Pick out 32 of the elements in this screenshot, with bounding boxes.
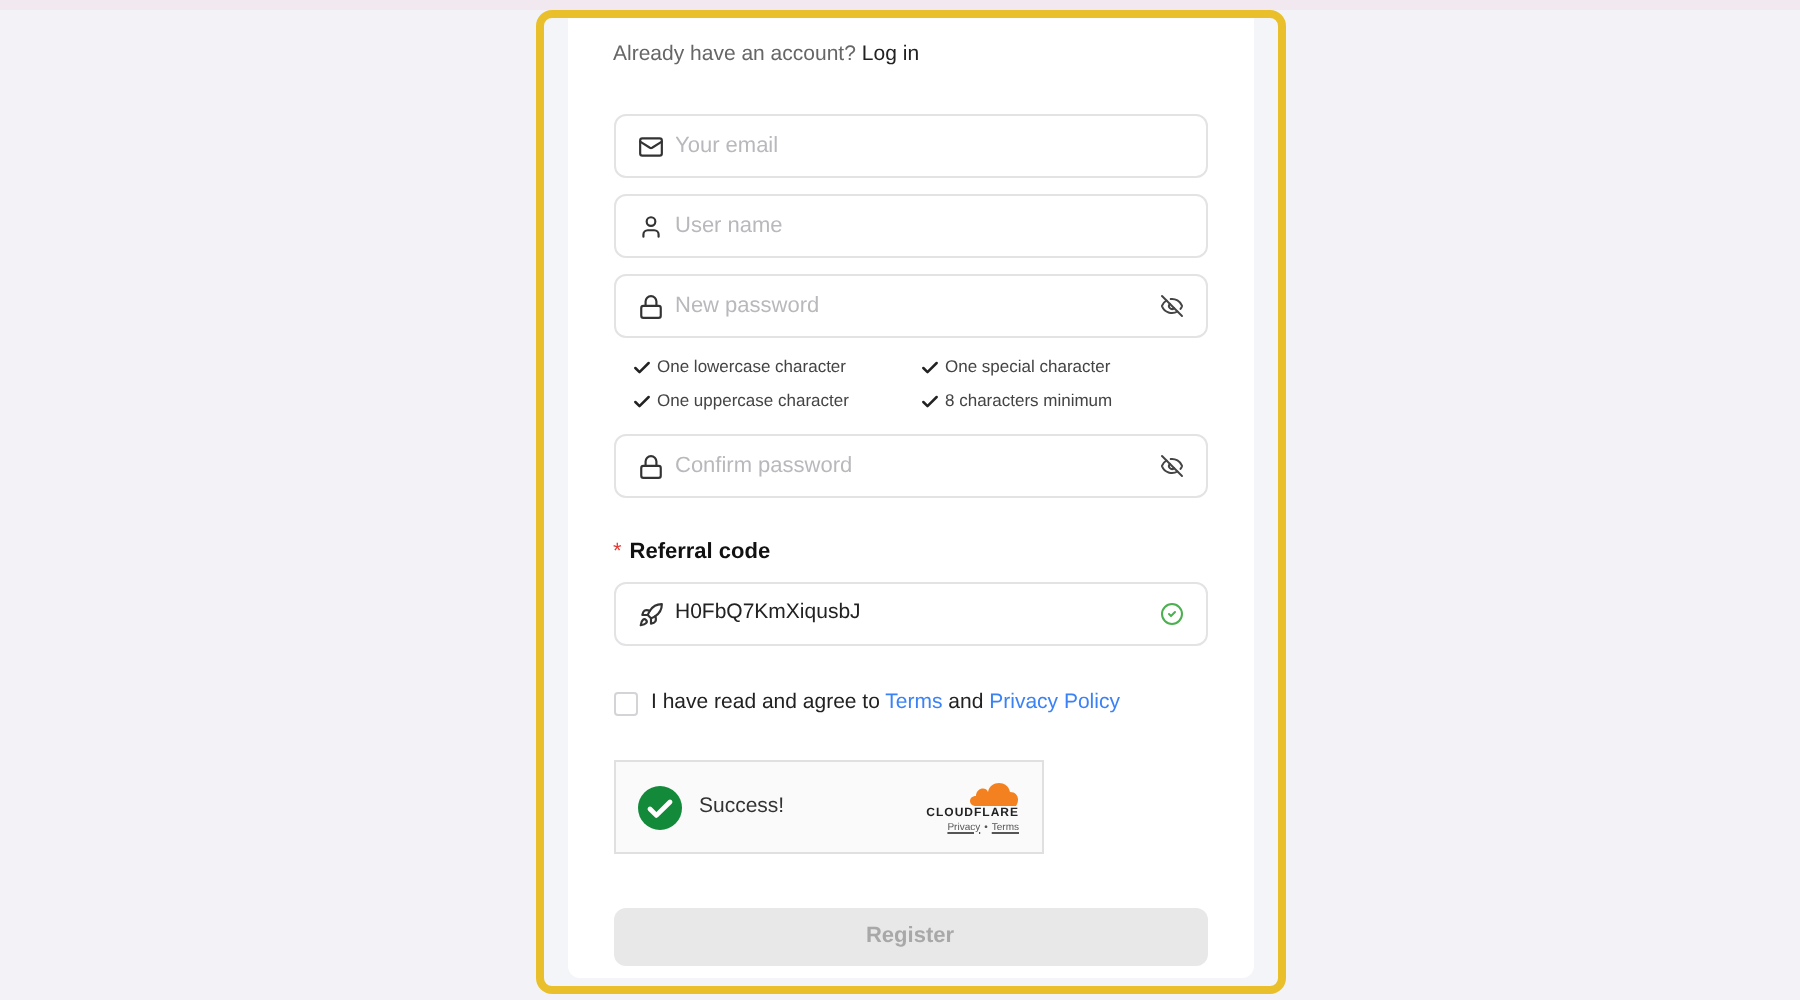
envelope-icon bbox=[637, 133, 663, 159]
password-field[interactable]: Confirm password bbox=[613, 434, 1207, 498]
hidden-eye-icon[interactable] bbox=[1159, 454, 1183, 478]
agree-checkbox[interactable] bbox=[613, 692, 637, 716]
cloud-logo-icon bbox=[967, 779, 1019, 805]
username-field[interactable]: User name bbox=[613, 194, 1207, 258]
referral-field[interactable]: H0FbQ7KmXiqusbJ bbox=[613, 582, 1207, 646]
required-mark: * bbox=[613, 537, 622, 568]
captcha-status: Success! bbox=[699, 791, 787, 822]
terms-link[interactable]: Terms bbox=[885, 690, 943, 715]
text-input[interactable]: New password bbox=[675, 289, 1159, 323]
text-input[interactable]: User name bbox=[675, 209, 1183, 243]
person-icon bbox=[637, 213, 663, 239]
requirement-text: 8 characters minimum bbox=[945, 388, 1113, 414]
agreement-text: I have read and agree to Terms and Privacy Policy bbox=[651, 688, 1120, 719]
password-field[interactable]: New password bbox=[613, 274, 1207, 338]
email-field[interactable]: Your email bbox=[613, 114, 1207, 178]
prompt-text: Already have an account? bbox=[613, 40, 856, 71]
hidden-eye-icon[interactable] bbox=[1159, 294, 1183, 318]
requirement-text: One special character bbox=[945, 354, 1111, 380]
text-input[interactable]: Your email bbox=[675, 129, 1183, 163]
text-input[interactable]: Confirm password bbox=[675, 449, 1159, 483]
requirement-text: One uppercase character bbox=[657, 388, 849, 414]
requirement-text: One lowercase character bbox=[657, 354, 846, 380]
padlock-icon bbox=[637, 293, 663, 319]
padlock-icon bbox=[637, 453, 663, 479]
field-label: Referral code bbox=[629, 537, 771, 568]
privacy-link[interactable]: Privacy Policy bbox=[989, 690, 1120, 715]
success-icon bbox=[637, 785, 681, 829]
login-link[interactable]: Log in bbox=[861, 40, 920, 72]
text-input[interactable]: H0FbQ7KmXiqusbJ bbox=[675, 598, 1159, 630]
rocket-icon bbox=[637, 601, 663, 627]
